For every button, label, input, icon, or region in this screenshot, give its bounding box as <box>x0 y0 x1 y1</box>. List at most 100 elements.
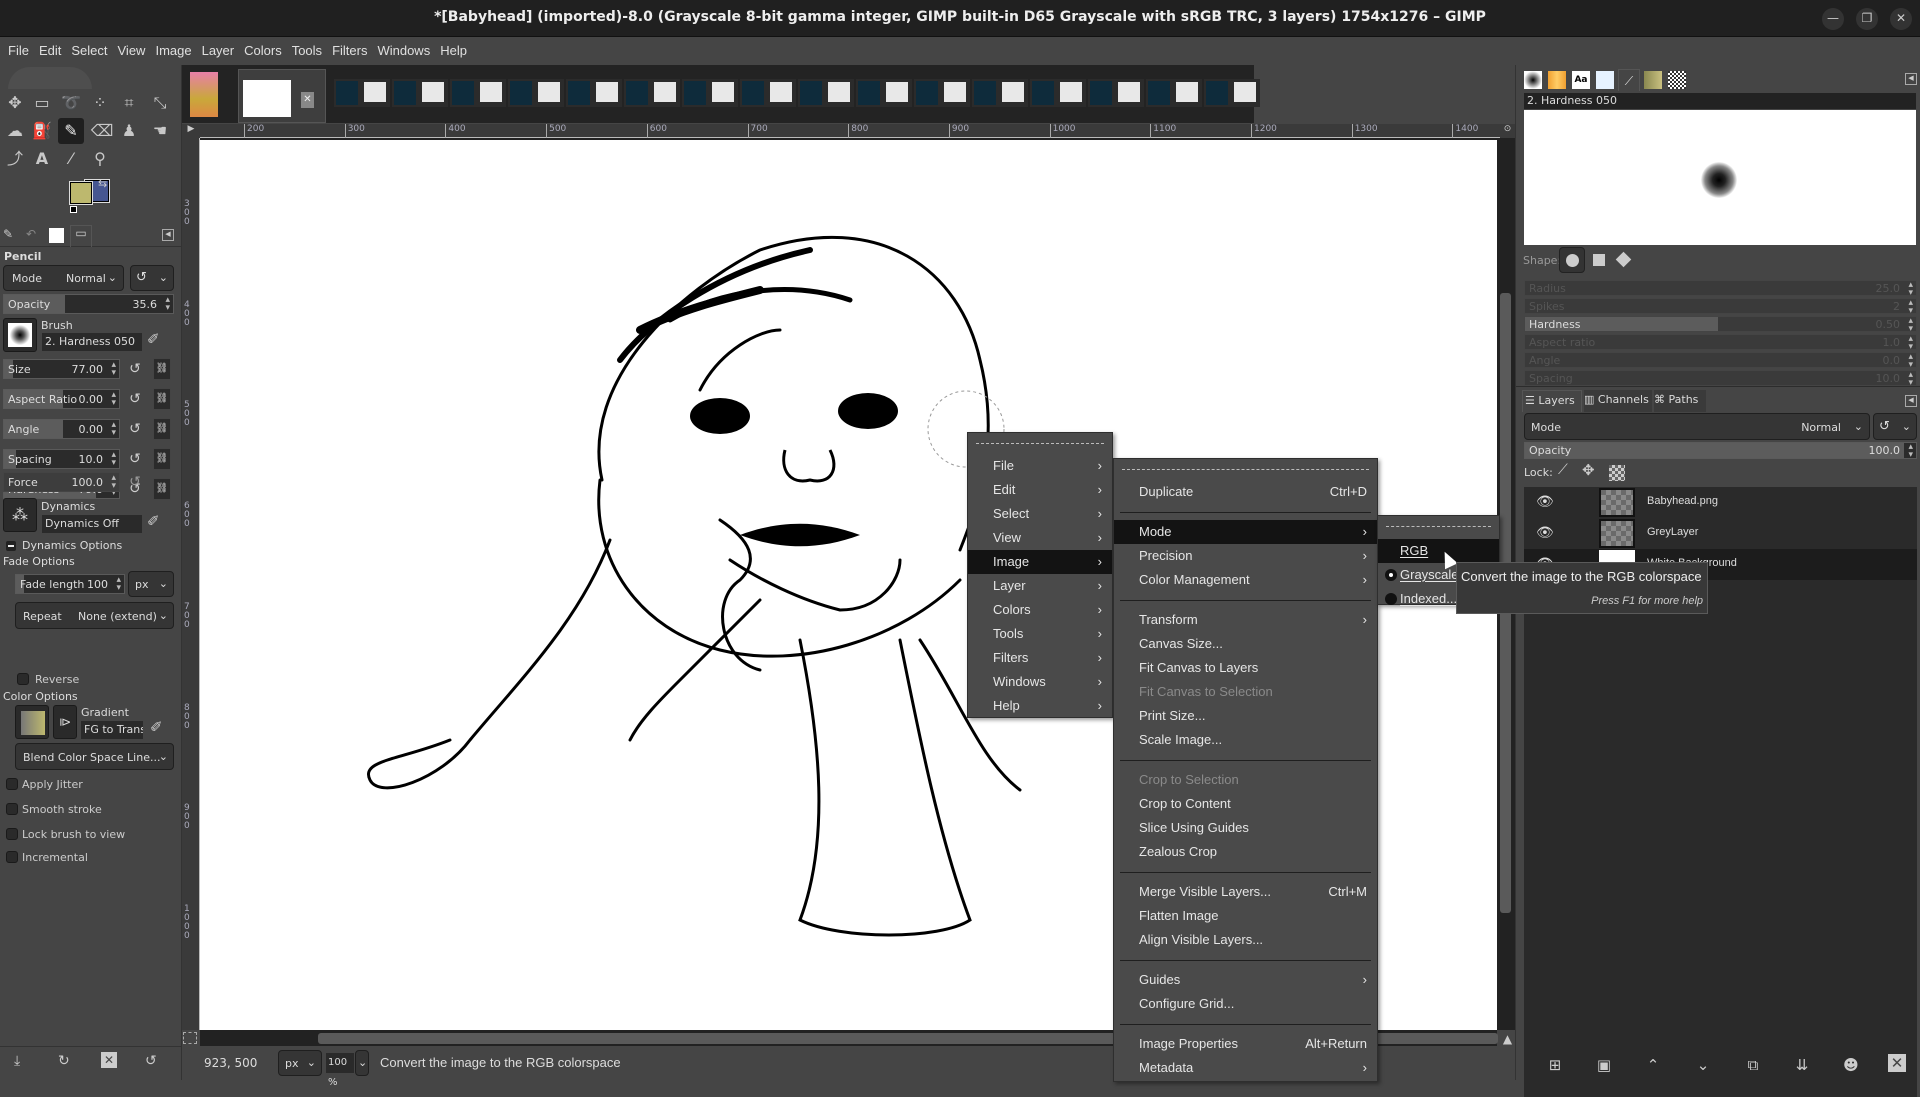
context-menu-item-colors[interactable]: Colors › <box>968 598 1112 622</box>
paths-tool-icon[interactable]: ⤴ <box>2 146 28 172</box>
apply-jitter-checkbox[interactable] <box>6 778 18 790</box>
mode-menu-item-rgb[interactable]: RGB <box>1378 539 1499 563</box>
delete-layer-icon[interactable]: ✕ <box>1888 1054 1906 1072</box>
brush-param-aspect-ratio[interactable]: Aspect ratio 1.0 ▴ ▾ <box>1524 334 1917 352</box>
new-layer-icon[interactable]: ⊞ <box>1544 1054 1566 1076</box>
layer-row[interactable]: 👁 GreyLayer <box>1524 518 1917 549</box>
visibility-eye-icon[interactable]: 👁 <box>1536 525 1554 541</box>
menu-windows[interactable]: Windows <box>372 37 435 65</box>
lock-alpha-icon[interactable] <box>1609 465 1625 481</box>
navigate-icon[interactable]: ▲ <box>1500 1032 1515 1046</box>
dynamics-options-toggle[interactable] <box>6 541 16 551</box>
new-layer-group-icon[interactable]: ▣ <box>1593 1054 1615 1076</box>
tab-layers[interactable]: ☰ Layers <box>1522 390 1582 412</box>
visibility-eye-icon[interactable]: 👁 <box>1536 494 1554 510</box>
delete-options-icon[interactable]: ✕ <box>101 1052 117 1068</box>
reset-icon[interactable]: ↺ <box>126 420 144 438</box>
tab-menu-icon[interactable]: ◀ <box>162 229 174 241</box>
link-icon[interactable]: ⛓ <box>153 358 171 380</box>
spin-icon[interactable]: ▴▾ <box>1908 317 1913 334</box>
menu-view[interactable]: View <box>113 37 151 65</box>
image-menu-item-align-visible-layers[interactable]: Align Visible Layers... <box>1114 928 1377 952</box>
free-select-tool-icon[interactable]: ➰ <box>58 90 84 116</box>
fade-length-slider[interactable]: Fade length 100 ▴ ▾ <box>15 574 125 594</box>
tool-options-tab-icon[interactable]: ✎ <box>3 227 21 245</box>
layer-mask-icon[interactable]: ☻ <box>1840 1054 1862 1076</box>
edit-gradient-icon[interactable]: ✐ <box>150 718 163 736</box>
context-menu-item-file[interactable]: File › <box>968 454 1112 478</box>
color-picker-tool-icon[interactable]: ⁄ <box>58 146 84 172</box>
duplicate-layer-icon[interactable]: ⧉ <box>1742 1054 1764 1076</box>
edit-brush-icon[interactable]: ✐ <box>147 330 160 348</box>
brush-editor-tab-icon[interactable]: ⟋ <box>1618 69 1640 91</box>
foreground-color-swatch[interactable] <box>69 181 93 205</box>
shape-diamond-button[interactable] <box>1615 251 1632 268</box>
clone-tool-icon[interactable]: ♟ <box>116 118 142 144</box>
smooth-stroke-checkbox[interactable] <box>6 803 18 815</box>
link-icon[interactable]: ⛓ <box>153 448 171 470</box>
menu-edit[interactable]: Edit <box>34 37 66 65</box>
move-tool-icon[interactable]: ✥ <box>2 90 28 116</box>
close-tab-icon[interactable]: ✕ <box>301 92 314 108</box>
unified-transform-tool-icon[interactable]: ⤡ <box>147 90 173 116</box>
device-status-tab-icon[interactable]: ▭ <box>70 225 92 247</box>
patterns-tab-icon[interactable] <box>1548 71 1566 89</box>
link-icon[interactable]: ⛓ <box>153 478 171 500</box>
lock-position-icon[interactable]: ✥ <box>1582 461 1595 479</box>
tab-menu-icon[interactable]: ◀ <box>1905 395 1917 407</box>
context-menu-item-image[interactable]: Image › <box>968 550 1112 574</box>
warp-tool-icon[interactable]: ☁ <box>2 118 28 144</box>
lock-brush-checkbox[interactable] <box>6 828 18 840</box>
image-tab-thumbnail[interactable] <box>566 79 622 107</box>
menu-colors[interactable]: Colors <box>239 37 287 65</box>
image-tab-thumbnail[interactable] <box>914 79 970 107</box>
context-menu-item-layer[interactable]: Layer › <box>968 574 1112 598</box>
image-tab-thumbnail[interactable] <box>334 79 390 107</box>
image-menu-item-duplicate[interactable]: Duplicate Ctrl+D <box>1114 480 1377 504</box>
mode-reset-dropdown[interactable]: ↺ ⌄ <box>130 265 174 291</box>
document-history-tab-icon[interactable] <box>1596 71 1614 89</box>
tearoff-line[interactable] <box>1386 526 1491 527</box>
image-menu-item-merge-visible-layers[interactable]: Merge Visible Layers... Ctrl+M <box>1114 880 1377 904</box>
edit-dynamics-icon[interactable]: ✐ <box>147 512 160 530</box>
image-tab-thumbnail[interactable] <box>972 79 1028 107</box>
image-menu-item-metadata[interactable]: Metadata › <box>1114 1056 1377 1080</box>
tearoff-line[interactable] <box>1122 469 1369 470</box>
reverse-checkbox[interactable] <box>17 673 29 685</box>
gradient-preview[interactable] <box>15 705 49 739</box>
pencil-tool-icon[interactable]: ✎ <box>58 118 84 144</box>
context-menu-item-select[interactable]: Select › <box>968 502 1112 526</box>
context-menu-item-filters[interactable]: Filters › <box>968 646 1112 670</box>
context-menu-item-help[interactable]: Help › <box>968 694 1112 718</box>
zoom-dropdown[interactable]: ⌄ <box>355 1050 369 1076</box>
link-icon[interactable]: ⛓ <box>153 418 171 440</box>
smudge-tool-icon[interactable]: ☚ <box>147 118 173 144</box>
spin-icon[interactable]: ▴▾ <box>1908 371 1913 388</box>
spin-icon[interactable]: ▴▾ <box>116 576 121 593</box>
text-tool-icon[interactable]: A <box>29 146 55 172</box>
layer-opacity-slider[interactable]: Opacity 100.0 ▴ ▾ <box>1524 442 1917 460</box>
opacity-slider[interactable]: Opacity 35.6 ▴ ▾ <box>3 294 174 314</box>
fade-unit-dropdown[interactable]: px ⌄ <box>128 571 174 597</box>
image-menu-item-crop-to-content[interactable]: Crop to Content <box>1114 792 1377 816</box>
reset-force-icon[interactable]: ↺ <box>126 473 144 491</box>
tab-channels[interactable]: ▥ Channels <box>1584 390 1652 412</box>
slider-size[interactable]: Size 77.00 ▴ ▾ <box>3 359 120 379</box>
radio-button[interactable] <box>1385 569 1397 581</box>
palettes-tab-icon[interactable] <box>1668 71 1686 89</box>
image-tab-active[interactable]: ✕ <box>238 69 326 123</box>
brushes-tab-icon[interactable] <box>1524 71 1542 89</box>
brush-editor-name[interactable]: 2. Hardness 050 <box>1524 93 1916 109</box>
layer-mode-dropdown[interactable]: Mode Normal ⌄ <box>1524 413 1870 440</box>
image-tab-thumbnail[interactable] <box>1030 79 1086 107</box>
tearoff-line[interactable] <box>976 443 1104 444</box>
layer-composite-dropdown[interactable]: ↺ ⌄ <box>1873 413 1917 440</box>
image-tab-thumbnail[interactable] <box>508 79 564 107</box>
minimize-button[interactable]: — <box>1822 8 1844 30</box>
context-menu-item-view[interactable]: View › <box>968 526 1112 550</box>
image-tab-thumbnail[interactable] <box>1204 79 1260 107</box>
image-tab-thumbnail[interactable] <box>856 79 912 107</box>
menu-tools[interactable]: Tools <box>287 37 327 65</box>
image-menu-item-color-management[interactable]: Color Management › <box>1114 568 1377 592</box>
close-button[interactable]: ✕ <box>1890 8 1912 30</box>
